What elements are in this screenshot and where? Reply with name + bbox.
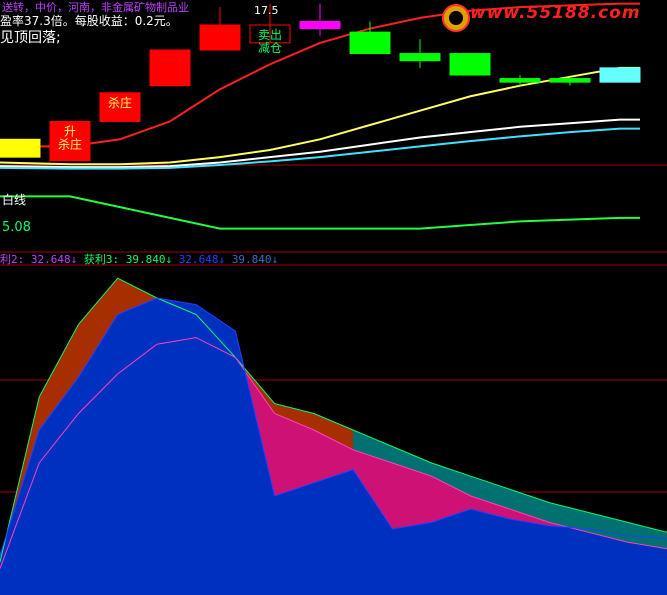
ma-line-green <box>0 195 640 230</box>
candle-body-6 <box>299 20 341 30</box>
candle-body-11 <box>549 78 591 83</box>
indicator-value-0: 利2: 32.648↓ <box>0 253 84 266</box>
candle-body-9 <box>449 53 491 76</box>
indicator-values-row: 利2: 32.648↓ 获利3: 39.840↓ 32.648↓ 39.840↓ <box>0 253 278 267</box>
high-price-label: 17.5 <box>254 4 279 17</box>
candle-label-5-0: 卖出 <box>258 28 282 42</box>
stock-chart-canvas: 升杀庄杀庄卖出减仓 <box>0 2 667 595</box>
candle-body-3 <box>149 49 191 87</box>
left-value-readout: 5.08 <box>2 220 31 235</box>
indicator-value-1: 获利3: 39.840↓ <box>83 253 179 266</box>
candle-label-2-0: 杀庄 <box>108 95 132 110</box>
candle-label-1-0: 升 <box>64 124 76 138</box>
candle-body-10 <box>499 78 541 83</box>
left-tag: 白线 <box>2 193 27 207</box>
indicator-area-chart <box>0 277 667 595</box>
signal-text: 见顶回落; <box>0 30 61 46</box>
ma-line-cyan <box>0 127 640 170</box>
indicator-value-3: 39.840↓ <box>231 253 279 266</box>
ma-line-yellow <box>0 66 640 166</box>
candle-label-5-1: 减仓 <box>258 41 282 55</box>
moving-average-lines <box>0 2 640 230</box>
indicator-value-2: 32.648↓ <box>178 253 232 266</box>
candle-body-8 <box>399 53 441 62</box>
watermark-text: www.55188.com <box>470 3 641 23</box>
candle-body-12 <box>599 67 641 83</box>
stock-info-header: 送转，中价，河南，非金属矿物制品业 <box>2 1 189 14</box>
candle-label-1-1: 杀庄 <box>58 136 82 151</box>
stock-pe-eps: 盈率37.3倍。每股收益：0.2元。 <box>0 14 178 28</box>
candle-body-4 <box>199 24 241 51</box>
watermark-logo-icon <box>442 4 470 32</box>
candle-body-0 <box>0 138 41 158</box>
candle-body-7 <box>349 31 391 55</box>
